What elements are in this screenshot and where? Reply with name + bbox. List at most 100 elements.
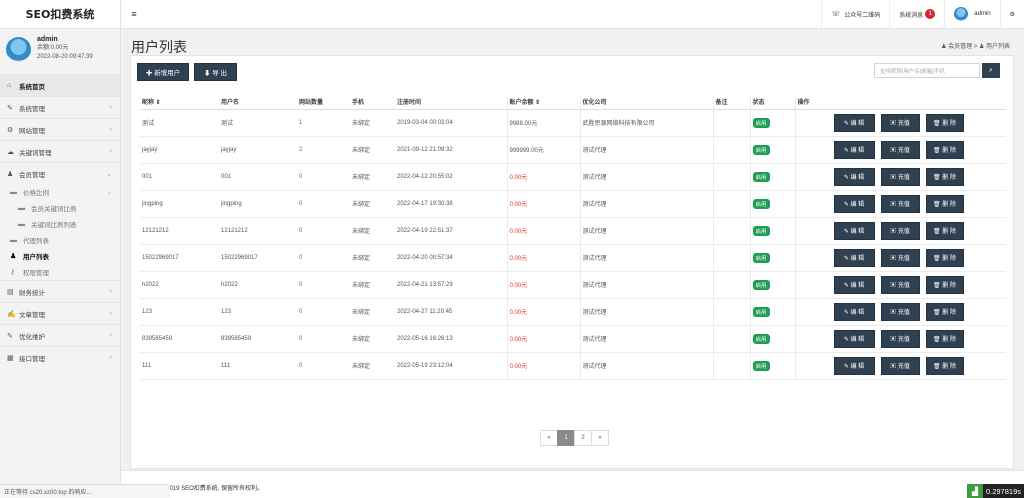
recharge-button[interactable]: ▣ 充值 bbox=[880, 221, 920, 240]
edit-button[interactable]: ✎ 编 辑 bbox=[833, 140, 875, 159]
sidebar-item-home[interactable]: ⌂ 系统首页 bbox=[0, 74, 120, 96]
edit-button[interactable]: ✎ 编 辑 bbox=[833, 221, 875, 240]
recharge-button[interactable]: ▣ 充值 bbox=[880, 329, 920, 348]
sidebar-item-articles[interactable]: ✍ 文章管理 ‹ bbox=[0, 302, 120, 324]
recharge-button[interactable]: ▣ 充值 bbox=[880, 194, 920, 213]
cell-sites[interactable]: 0 bbox=[297, 298, 350, 326]
sidebar-item-sites[interactable]: ⚙ 网站管理 ‹ bbox=[0, 118, 120, 140]
delete-button[interactable]: 🗑 删 除 bbox=[925, 167, 964, 186]
recharge-button[interactable]: ▣ 充值 bbox=[880, 248, 920, 267]
sidebar-sub-keyword-ratio-list[interactable]: ▬ 关键词比例列表 bbox=[0, 216, 120, 232]
avatar[interactable] bbox=[6, 37, 31, 62]
recharge-button[interactable]: ▣ 充值 bbox=[880, 302, 920, 321]
edit-button[interactable]: ✎ 编 辑 bbox=[833, 302, 875, 321]
col-nickname[interactable]: 昵称 ⇕ bbox=[140, 95, 219, 110]
list-icon: ▬ bbox=[10, 236, 17, 244]
user-balance: 余额:0.00元 bbox=[37, 45, 69, 51]
delete-button[interactable]: 🗑 删 除 bbox=[925, 302, 964, 321]
cell-regtime: 2022-04-20 00:57:34 bbox=[395, 244, 507, 272]
cell-sites[interactable]: 0 bbox=[297, 352, 350, 380]
cell-status: 启用 bbox=[749, 190, 795, 218]
qrcode-button[interactable]: ☏ 公众号二维码 bbox=[821, 0, 889, 29]
recharge-button[interactable]: ▣ 充值 bbox=[880, 167, 920, 186]
cell-sites[interactable]: 0 bbox=[297, 271, 350, 299]
sidebar-item-finance[interactable]: ▤ 财务统计 ‹ bbox=[0, 280, 120, 302]
sidebar-sub-member-keyword-ratio[interactable]: ▬ 会员关键词比例 bbox=[0, 200, 120, 216]
pagination-next[interactable]: » bbox=[591, 430, 609, 446]
sidebar-item-keywords[interactable]: ☁ 关键词管理 ‹ bbox=[0, 140, 120, 162]
cell-sites[interactable]: 0 bbox=[297, 325, 350, 353]
edit-button[interactable]: ✎ 编 辑 bbox=[833, 113, 875, 132]
sidebar-item-api[interactable]: ▦ 接口管理 ‹ bbox=[0, 346, 120, 368]
menu-toggle-icon[interactable]: ≡ bbox=[125, 9, 143, 19]
sidebar-sub-price-ratio[interactable]: ▬ 价格比例 ⌄ bbox=[0, 184, 120, 200]
wrench-icon: ✎ bbox=[7, 332, 13, 340]
status-badge[interactable]: 启用 bbox=[752, 117, 770, 128]
chevron-left-icon: ‹ bbox=[109, 332, 112, 339]
recharge-button[interactable]: ▣ 充值 bbox=[880, 113, 920, 132]
edit-button[interactable]: ✎ 编 辑 bbox=[833, 167, 875, 186]
cell-actions: ✎ 编 辑 ▣ 充值 🗑 删 除 bbox=[794, 271, 1006, 299]
cell-company: 测试代理 bbox=[579, 352, 713, 380]
edit-button[interactable]: ✎ 编 辑 bbox=[833, 356, 875, 375]
perf-logo-icon: ▟ bbox=[966, 484, 983, 498]
delete-button[interactable]: 🗑 删 除 bbox=[925, 275, 964, 294]
status-badge[interactable]: 启用 bbox=[752, 252, 770, 263]
status-badge[interactable]: 启用 bbox=[752, 333, 770, 344]
cell-sites[interactable]: 0 bbox=[297, 217, 350, 245]
delete-button[interactable]: 🗑 删 除 bbox=[925, 194, 964, 213]
add-user-button[interactable]: ✚ 新增用户 bbox=[137, 63, 189, 81]
delete-button[interactable]: 🗑 删 除 bbox=[925, 329, 964, 348]
sidebar-item-label: 财务统计 bbox=[19, 289, 45, 297]
edit-button[interactable]: ✎ 编 辑 bbox=[833, 248, 875, 267]
status-badge[interactable]: 启用 bbox=[752, 306, 770, 317]
sidebar-sub-agent-list[interactable]: ▬ 代理列表 bbox=[0, 232, 120, 248]
search-button[interactable]: ⌕ bbox=[982, 63, 1000, 78]
recharge-button[interactable]: ▣ 充值 bbox=[880, 140, 920, 159]
table-row: 839585459 839585459 0 未绑定 2022-05-16 16:26:1… bbox=[140, 325, 1007, 353]
cell-sites[interactable]: 1 bbox=[297, 109, 350, 137]
sidebar-item-system[interactable]: ✎ 系统管理 ‹ bbox=[0, 96, 120, 118]
settings-button[interactable]: ⚙ bbox=[999, 0, 1024, 29]
cell-sites[interactable]: 2 bbox=[297, 136, 350, 164]
edit-button[interactable]: ✎ 编 辑 bbox=[833, 275, 875, 294]
delete-button[interactable]: 🗑 删 除 bbox=[925, 140, 964, 159]
search-input[interactable]: 支持昵称|用户名|邮箱|手机 bbox=[874, 63, 980, 78]
status-badge[interactable]: 启用 bbox=[752, 144, 770, 155]
status-badge[interactable]: 启用 bbox=[752, 279, 770, 290]
brand-title[interactable]: SEO扣费系统 bbox=[0, 0, 120, 29]
cell-sites[interactable]: 0 bbox=[297, 244, 350, 272]
status-badge[interactable]: 启用 bbox=[752, 225, 770, 236]
sidebar-item-members[interactable]: ♟ 会员管理 ⌄ bbox=[0, 162, 120, 184]
messages-button[interactable]: 系统消息 1 bbox=[889, 0, 944, 29]
pagination-prev[interactable]: « bbox=[540, 430, 558, 446]
cell-sites[interactable]: 0 bbox=[297, 163, 350, 191]
status-badge[interactable]: 启用 bbox=[752, 171, 770, 182]
pagination-page-2[interactable]: 2 bbox=[574, 430, 592, 446]
table-row: 111 111 0 未绑定 2022-05-19 23:12:04 0.00元 测试代理 启用… bbox=[140, 352, 1006, 380]
edit-button[interactable]: ✎ 编 辑 bbox=[833, 329, 875, 348]
cell-nickname: 839585459 bbox=[140, 325, 219, 353]
user-menu[interactable]: admin bbox=[944, 0, 999, 29]
pagination-page-1[interactable]: 1 bbox=[557, 430, 575, 446]
delete-button[interactable]: 🗑 删 除 bbox=[925, 356, 964, 375]
recharge-button[interactable]: ▣ 充值 bbox=[880, 275, 920, 294]
export-button[interactable]: ⬇ 导 出 bbox=[194, 63, 237, 81]
sidebar-sub-permissions[interactable]: ⚷ 权限管理 bbox=[0, 264, 120, 280]
status-badge[interactable]: 启用 bbox=[752, 198, 770, 209]
recharge-button[interactable]: ▣ 充值 bbox=[880, 356, 920, 375]
cell-sites[interactable]: 0 bbox=[297, 190, 350, 218]
delete-button[interactable]: 🗑 删 除 bbox=[925, 113, 964, 132]
edit-button[interactable]: ✎ 编 辑 bbox=[833, 194, 875, 213]
sidebar-sub-label: 权限管理 bbox=[23, 270, 49, 277]
chevron-left-icon: ‹ bbox=[109, 310, 112, 317]
delete-button[interactable]: 🗑 删 除 bbox=[925, 221, 964, 240]
status-badge[interactable]: 启用 bbox=[752, 360, 770, 371]
sidebar-item-optimize[interactable]: ✎ 优化维护 ‹ bbox=[0, 324, 120, 346]
cell-company: 测试代理 bbox=[579, 136, 713, 164]
row-actions: ✎ 编 辑 ▣ 充值 🗑 删 除 bbox=[798, 329, 1007, 348]
cell-regtime: 2022-05-19 23:12:04 bbox=[395, 352, 507, 380]
sidebar-sub-user-list[interactable]: ♟ 用户列表 bbox=[0, 248, 120, 264]
delete-button[interactable]: 🗑 删 除 bbox=[925, 248, 964, 267]
col-balance[interactable]: 账户余额 ⇕ bbox=[506, 95, 580, 110]
